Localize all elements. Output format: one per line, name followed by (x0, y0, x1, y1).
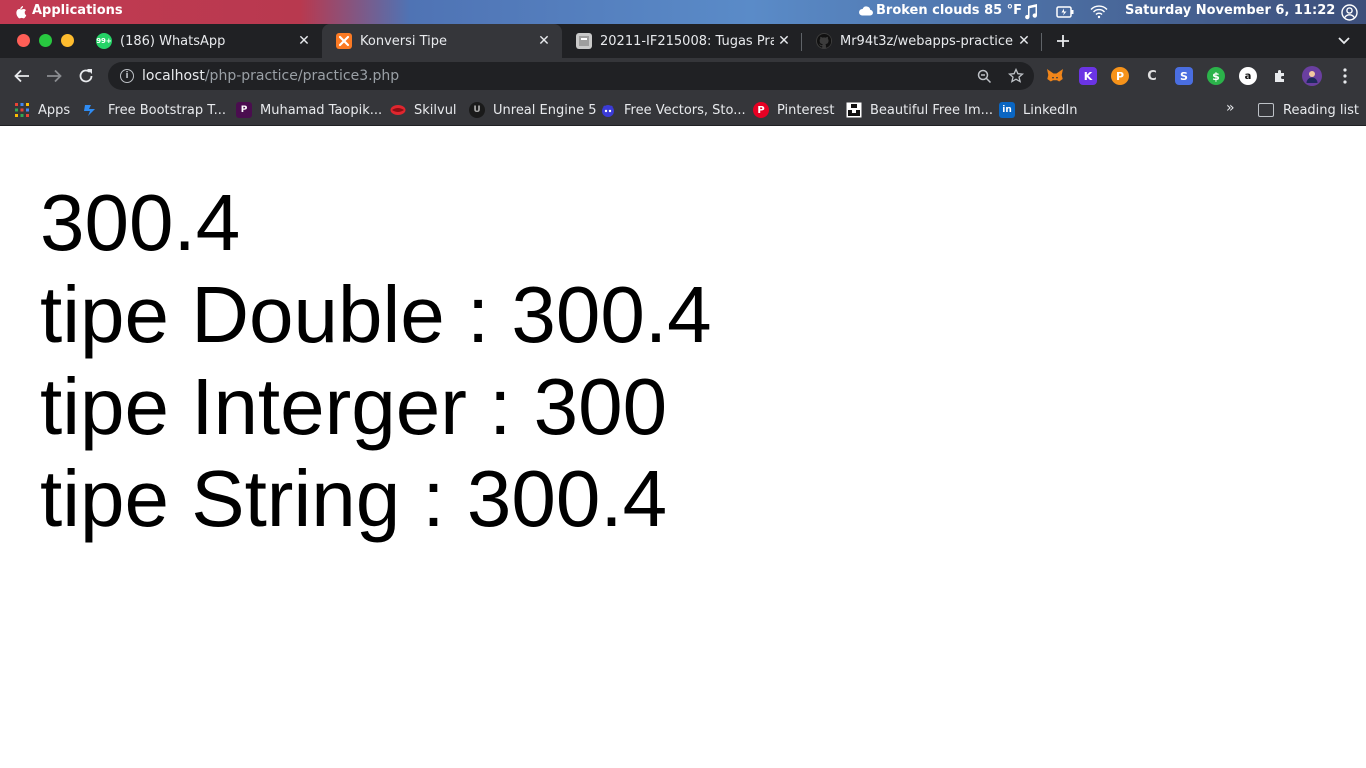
wifi-icon[interactable] (1090, 3, 1108, 21)
profile-avatar[interactable] (1302, 66, 1322, 86)
tab-close-icon[interactable]: ✕ (774, 31, 794, 51)
reading-list-icon (1258, 103, 1274, 117)
vectors-icon (600, 102, 616, 118)
profile-icon: P (236, 102, 252, 118)
bookmark-label: Skilvul (414, 102, 457, 118)
tab-title: Konversi Tipe (360, 33, 448, 49)
github-icon (816, 33, 832, 49)
bookmark-star-icon[interactable] (1008, 68, 1024, 84)
tab-title: 20211-IF215008: Tugas Praktik (600, 33, 774, 49)
bootstrap-icon (84, 102, 100, 118)
cloud-icon (859, 6, 873, 16)
bookmark-label: Free Bootstrap T... (108, 102, 227, 118)
bookmark-free-bootstrap[interactable]: Free Bootstrap T... (84, 100, 226, 120)
zoom-icon[interactable] (976, 68, 992, 84)
reload-button[interactable] (74, 64, 98, 88)
applications-menu[interactable]: Applications (32, 3, 123, 18)
k-extension-icon[interactable]: K (1079, 67, 1097, 85)
linkedin-icon: in (999, 102, 1015, 118)
maximize-window-button[interactable] (39, 34, 52, 47)
tab-title: Mr94t3z/webapps-practice: ju (840, 33, 1014, 49)
metamask-icon[interactable] (1046, 67, 1064, 85)
browser-menu-icon[interactable] (1336, 67, 1354, 85)
tab-github[interactable]: Mr94t3z/webapps-practice: ju ✕ (802, 24, 1042, 58)
bookmark-label: Free Vectors, Sto... (624, 102, 746, 118)
reading-list-label: Reading list (1283, 102, 1359, 118)
a-extension-icon[interactable]: a (1239, 67, 1257, 85)
p-coin-extension-icon[interactable]: P (1111, 67, 1129, 85)
tab-title: (186) WhatsApp (120, 33, 226, 49)
apps-grid-icon (14, 102, 30, 118)
document-icon (576, 33, 592, 49)
bookmark-muhamad-taopik[interactable]: P Muhamad Taopik... (236, 100, 382, 120)
bookmark-skilvul[interactable]: Skilvul (390, 100, 457, 120)
page-content: 300.4 tipe Double : 300.4 tipe Interger … (0, 127, 1366, 768)
whatsapp-icon: 99+ (96, 33, 112, 49)
tab-konversi-tipe[interactable]: Konversi Tipe ✕ (322, 24, 562, 58)
bookmark-label: Muhamad Taopik... (260, 102, 383, 118)
tab-separator (1041, 33, 1042, 51)
tab-search-chevron-down-icon[interactable] (1334, 30, 1354, 52)
unreal-icon: U (469, 102, 485, 118)
tab-close-icon[interactable]: ✕ (534, 31, 554, 51)
weather-indicator[interactable]: Broken clouds 85 °F (858, 3, 1022, 18)
close-window-button[interactable] (17, 34, 30, 47)
more-bookmarks-chevron-icon[interactable]: » (1226, 100, 1235, 116)
pinterest-icon: P (753, 102, 769, 118)
php-output: 300.4 tipe Double : 300.4 tipe Interger … (40, 177, 712, 545)
output-line-string: tipe String : 300.4 (40, 454, 668, 543)
bookmark-label: LinkedIn (1023, 102, 1078, 118)
s-extension-icon[interactable]: S (1175, 67, 1193, 85)
url-path: /php-practice/practice3.php (204, 68, 400, 84)
tab-close-icon[interactable]: ✕ (1014, 31, 1034, 51)
unsplash-icon (846, 102, 862, 118)
bookmark-label: Beautiful Free Im... (870, 102, 994, 118)
battery-icon[interactable] (1056, 3, 1074, 21)
bookmark-label: Unreal Engine 5 (493, 102, 597, 118)
xampp-icon (336, 33, 352, 49)
url-host: localhost (142, 68, 205, 84)
bookmark-free-vectors[interactable]: Free Vectors, Sto... (600, 100, 746, 120)
os-top-bar: Applications Broken clouds 85 °F Saturda… (0, 0, 1366, 24)
bookmark-unreal-engine[interactable]: U Unreal Engine 5 (469, 100, 596, 120)
bookmark-pinterest[interactable]: P Pinterest (753, 100, 834, 120)
bookmark-linkedin[interactable]: in LinkedIn (999, 100, 1077, 120)
tab-tugas-praktik[interactable]: 20211-IF215008: Tugas Praktik ✕ (562, 24, 802, 58)
reading-list-button[interactable]: Reading list (1258, 100, 1359, 120)
address-bar[interactable]: i localhost/php-practice/practice3.php (108, 62, 1034, 90)
output-line-double: tipe Double : 300.4 (40, 270, 712, 359)
tab-close-icon[interactable]: ✕ (294, 31, 314, 51)
site-info-icon[interactable]: i (120, 69, 134, 83)
c-extension-icon[interactable]: C (1143, 67, 1161, 85)
bookmark-beautiful-free-images[interactable]: Beautiful Free Im... (846, 100, 993, 120)
extensions-puzzle-icon[interactable] (1271, 67, 1289, 85)
output-line-value: 300.4 (40, 178, 241, 267)
weather-text: Broken clouds 85 °F (876, 3, 1023, 18)
skilvul-icon (390, 102, 406, 118)
music-icon[interactable] (1022, 3, 1040, 21)
apple-icon[interactable] (12, 4, 28, 20)
tab-whatsapp[interactable]: 99+ (186) WhatsApp ✕ (82, 24, 322, 58)
minimize-window-button[interactable] (61, 34, 74, 47)
bookmark-label: Apps (38, 102, 71, 118)
new-tab-button[interactable] (1052, 30, 1074, 52)
clock[interactable]: Saturday November 6, 11:22 (1125, 3, 1335, 18)
output-line-integer: tipe Interger : 300 (40, 362, 668, 451)
forward-button[interactable] (42, 64, 66, 88)
bookmark-apps[interactable]: Apps (14, 100, 70, 120)
dollar-extension-icon[interactable]: $ (1207, 67, 1225, 85)
user-account-icon[interactable] (1340, 3, 1358, 21)
back-button[interactable] (10, 64, 34, 88)
bookmark-label: Pinterest (777, 102, 835, 118)
